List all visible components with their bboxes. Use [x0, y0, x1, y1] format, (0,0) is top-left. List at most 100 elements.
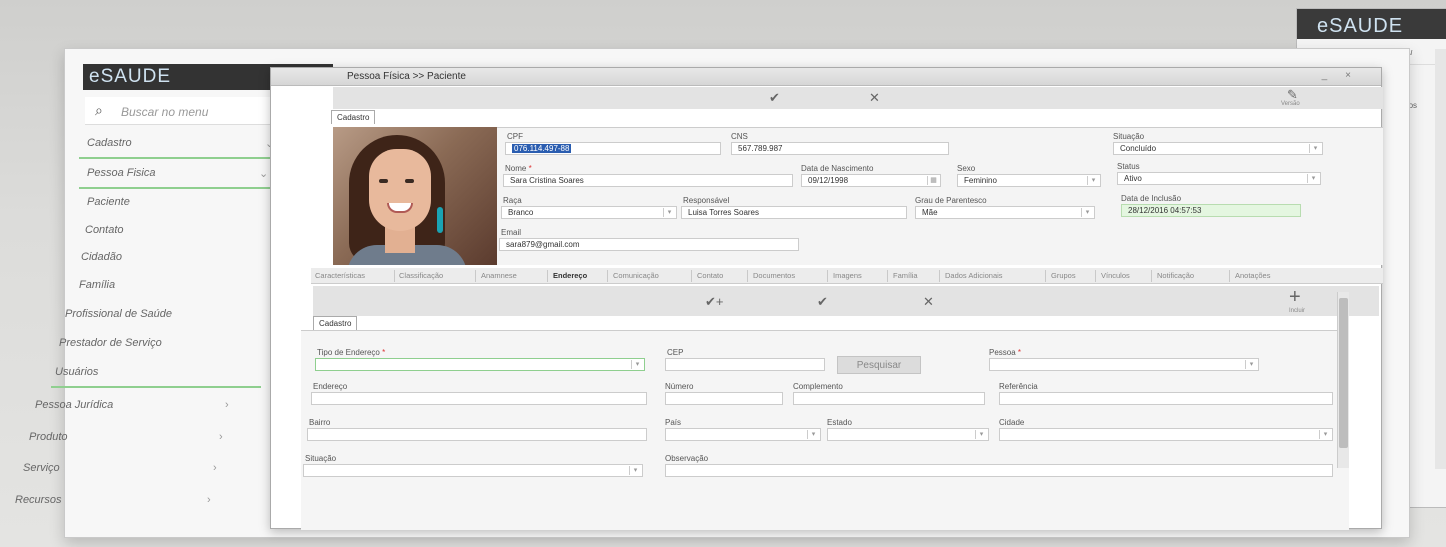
- complemento-field[interactable]: [793, 392, 985, 405]
- tab-address-cadastro[interactable]: Cadastro: [313, 316, 358, 330]
- sidebar-item-servico[interactable]: Serviço ›: [23, 462, 217, 474]
- sidebar-item-label: Profissional de Saúde: [65, 308, 173, 320]
- tab-contato[interactable]: Contato: [697, 271, 723, 280]
- tab-dados-adicionais[interactable]: Dados Adicionais: [945, 271, 1003, 280]
- sidebar-item-cidadao[interactable]: Cidadão: [81, 251, 122, 263]
- bairro-field[interactable]: [307, 428, 647, 441]
- chevron-down-icon: ⌄: [259, 168, 269, 180]
- sidebar-item-label: Contato: [85, 224, 124, 236]
- pais-label: País: [665, 418, 682, 427]
- observacao-field[interactable]: [665, 464, 1333, 477]
- status-select[interactable]: Ativo ▾: [1117, 172, 1321, 185]
- email-value: sara879@gmail.com: [506, 240, 580, 249]
- tab-anotacoes[interactable]: Anotações: [1235, 271, 1270, 280]
- save-and-new-icon[interactable]: ✔+: [705, 294, 723, 310]
- cpf-label: CPF: [507, 132, 523, 141]
- close-icon[interactable]: ✕: [923, 294, 934, 310]
- pessoa-label: Pessoa *: [989, 348, 1022, 357]
- pesquisar-button[interactable]: Pesquisar: [837, 356, 921, 374]
- status-label: Status: [1117, 162, 1140, 171]
- sidebar-item-recursos[interactable]: Recursos ›: [15, 494, 211, 506]
- address-scrollbar[interactable]: [1337, 292, 1349, 468]
- cep-label: CEP: [667, 348, 684, 357]
- sidebar-divider: [51, 386, 261, 388]
- tab-notificacao[interactable]: Notificação: [1157, 271, 1194, 280]
- chevron-down-icon: ▾: [1087, 176, 1099, 185]
- observacao-label: Observação: [665, 454, 709, 463]
- tab-imagens[interactable]: Imagens: [833, 271, 862, 280]
- tab-grupos[interactable]: Grupos: [1051, 271, 1076, 280]
- numero-field[interactable]: [665, 392, 783, 405]
- dialog-toolbar: ✔ ✕ ✎ Versão: [333, 87, 1383, 109]
- chevron-down-icon: ▾: [631, 360, 643, 369]
- sidebar-item-label: Usuários: [55, 366, 99, 378]
- pessoa-select[interactable]: ▾: [989, 358, 1259, 371]
- save-icon[interactable]: ✔: [769, 90, 780, 106]
- sidebar-item-familia[interactable]: Família: [79, 279, 115, 291]
- chevron-down-icon: ▾: [629, 466, 641, 475]
- responsavel-value: Luisa Torres Soares: [688, 208, 759, 217]
- cns-value: 567.789.987: [738, 144, 783, 153]
- sidebar-menu: ⌕ Buscar no menu Cadastro ⌄ Pessoa Fisic…: [15, 91, 305, 531]
- tab-anamnese[interactable]: Anamnese: [481, 271, 517, 280]
- raca-label: Raça: [503, 196, 522, 205]
- window-controls[interactable]: _×: [1322, 70, 1369, 81]
- close-icon[interactable]: ✕: [869, 90, 880, 106]
- tipo-endereco-select[interactable]: ▾: [315, 358, 645, 371]
- tab-comunicacao[interactable]: Comunicação: [613, 271, 659, 280]
- chevron-down-icon: ▾: [1081, 208, 1093, 217]
- inclusao-field: 28/12/2016 04:57:53: [1121, 204, 1301, 217]
- cidade-select[interactable]: ▾: [999, 428, 1333, 441]
- sidebar-item-label: Prestador de Serviço: [59, 337, 162, 349]
- cpf-field[interactable]: 076.114.497-88: [505, 142, 721, 155]
- add-icon[interactable]: +: [1289, 286, 1301, 309]
- referencia-field[interactable]: [999, 392, 1333, 405]
- raca-select[interactable]: Branco ▾: [501, 206, 677, 219]
- nome-field[interactable]: Sara Cristina Soares: [503, 174, 793, 187]
- calendar-icon[interactable]: ▦: [927, 176, 939, 185]
- sidebar-item-label: Pessoa Jurídica: [35, 399, 114, 411]
- cep-field[interactable]: [665, 358, 825, 371]
- paciente-dialog: Pessoa Física >> Paciente _× ✔ ✕ ✎ Versã…: [270, 67, 1383, 530]
- responsavel-field[interactable]: Luisa Torres Soares: [681, 206, 907, 219]
- sidebar-item-paciente[interactable]: Paciente: [87, 196, 130, 208]
- sidebar-divider: [79, 157, 289, 159]
- inclusao-label: Data de Inclusão: [1121, 194, 1182, 203]
- cns-field[interactable]: 567.789.987: [731, 142, 949, 155]
- situacao-endereco-select[interactable]: ▾: [303, 464, 643, 477]
- chevron-down-icon: ▾: [1245, 360, 1257, 369]
- sidebar-item-produto[interactable]: Produto ›: [29, 431, 223, 443]
- situacao-select[interactable]: Concluído ▾: [1113, 142, 1323, 155]
- nascimento-field[interactable]: 09/12/1998 ▦: [801, 174, 941, 187]
- sexo-label: Sexo: [957, 164, 976, 173]
- sidebar-item-usuarios[interactable]: Usuários: [55, 366, 98, 378]
- email-field[interactable]: sara879@gmail.com: [499, 238, 799, 251]
- cidade-label: Cidade: [999, 418, 1025, 427]
- tab-cadastro[interactable]: Cadastro: [331, 110, 376, 124]
- endereco-field[interactable]: [311, 392, 647, 405]
- sidebar-divider: [79, 187, 285, 189]
- sidebar-item-prestador-de-servico[interactable]: Prestador de Serviço: [59, 337, 162, 349]
- cns-label: CNS: [731, 132, 748, 141]
- estado-label: Estado: [827, 418, 852, 427]
- responsavel-label: Responsável: [683, 196, 730, 205]
- sidebar-item-contato[interactable]: Contato: [85, 224, 124, 236]
- tab-classificacao[interactable]: Classificação: [399, 271, 443, 280]
- tab-vinculos[interactable]: Vínculos: [1101, 271, 1130, 280]
- sidebar-item-pessoa-juridica[interactable]: Pessoa Jurídica ›: [35, 399, 229, 411]
- tab-caracteristicas[interactable]: Características: [315, 271, 365, 280]
- cpf-value: 076.114.497-88: [512, 144, 572, 153]
- sidebar-item-profissional-de-saude[interactable]: Profissional de Saúde: [65, 308, 172, 320]
- address-toolbar: ✔+ ✔ ✕ + Incluir: [313, 286, 1379, 316]
- tab-documentos[interactable]: Documentos: [753, 271, 795, 280]
- sexo-select[interactable]: Feminino ▾: [957, 174, 1101, 187]
- tab-familia[interactable]: Família: [893, 271, 918, 280]
- save-icon[interactable]: ✔: [817, 294, 828, 310]
- tab-endereco[interactable]: Endereço: [553, 271, 587, 280]
- parentesco-select[interactable]: Mãe ▾: [915, 206, 1095, 219]
- pais-select[interactable]: ▾: [665, 428, 821, 441]
- sidebar-item-pessoa-fisica[interactable]: Pessoa Fisica ⌄: [87, 167, 268, 180]
- background-brand: eSAUDE: [1297, 9, 1446, 39]
- sidebar-item-cadastro[interactable]: Cadastro ⌄: [87, 137, 274, 150]
- estado-select[interactable]: ▾: [827, 428, 989, 441]
